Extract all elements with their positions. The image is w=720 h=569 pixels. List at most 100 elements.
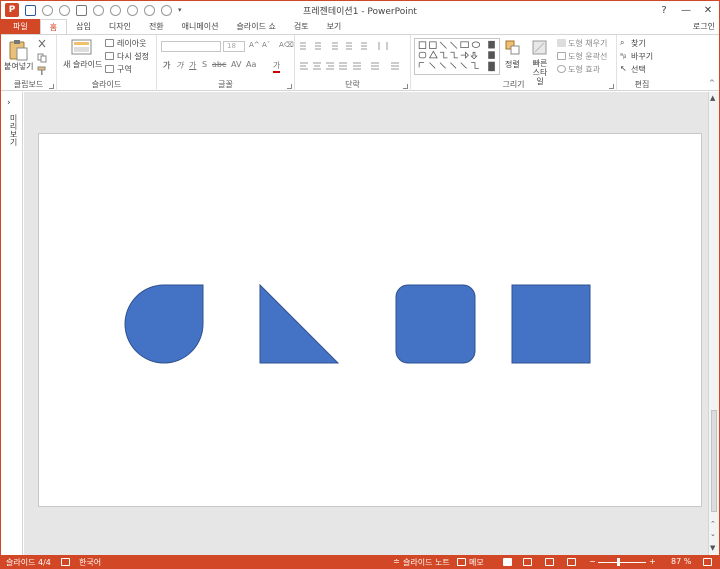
previous-slide-icon[interactable]: ⌃ <box>710 520 716 528</box>
tab-transitions[interactable]: 전환 <box>140 19 173 34</box>
rounded-rectangle-shape[interactable] <box>395 284 476 364</box>
tab-file[interactable]: 파일 <box>1 19 40 34</box>
login-link[interactable]: 로그인 <box>693 21 715 32</box>
qat-shape-2-icon[interactable] <box>110 4 121 16</box>
replace-button[interactable]: 바꾸기 <box>631 51 653 62</box>
thumbnail-panel: › 미리보기 <box>1 92 23 555</box>
shape-effects-button[interactable]: 도형 효과 <box>568 64 600 75</box>
qat-shape-4-icon[interactable] <box>144 4 155 16</box>
minimize-button[interactable]: — <box>675 1 697 19</box>
arrange-button-label[interactable]: 정렬 <box>505 59 520 70</box>
slide-show-view-icon[interactable] <box>567 558 576 566</box>
clipboard-launcher-icon[interactable] <box>49 84 54 89</box>
scroll-up-icon[interactable]: ▲ <box>710 94 715 102</box>
zoom-slider-thumb[interactable] <box>617 558 621 566</box>
expand-panel-icon[interactable]: › <box>7 98 11 108</box>
find-button[interactable]: 찾기 <box>631 38 646 49</box>
tab-insert[interactable]: 삽입 <box>67 19 100 34</box>
font-launcher-icon[interactable] <box>287 84 292 89</box>
change-case-icon[interactable]: Aa <box>246 60 256 69</box>
clipboard-group-label: 클립보드 <box>13 80 44 89</box>
quick-styles-icon[interactable] <box>531 39 549 57</box>
arrange-icon[interactable] <box>505 40 521 56</box>
fit-slide-icon[interactable] <box>703 558 712 566</box>
vertical-scrollbar[interactable]: ▲ ⌃ ⌄ ▼ <box>708 92 719 555</box>
notes-button[interactable]: 슬라이드 노트 <box>403 557 450 568</box>
tab-review[interactable]: 검토 <box>285 19 318 34</box>
format-painter-icon[interactable] <box>37 66 47 76</box>
paragraph-group: 단락 <box>295 35 411 91</box>
clipboard-group: 붙여넣기 클립보드 <box>1 35 57 91</box>
section-button[interactable]: 구역 <box>117 64 132 75</box>
zoom-out-icon[interactable]: − <box>589 557 596 566</box>
paragraph-launcher-icon[interactable] <box>403 84 408 89</box>
layout-button[interactable]: 레이아웃 <box>117 38 146 49</box>
list-and-indent-icons[interactable] <box>299 41 407 51</box>
slide-canvas[interactable] <box>38 133 702 507</box>
next-slide-icon[interactable]: ⌄ <box>710 530 716 538</box>
font-size-combo[interactable]: 18 <box>223 41 245 52</box>
normal-view-icon[interactable] <box>503 558 512 566</box>
collapse-ribbon-icon[interactable]: ^ <box>709 79 715 87</box>
font-name-combo[interactable] <box>161 41 221 52</box>
save-icon[interactable] <box>25 4 36 16</box>
new-slide-button-label[interactable]: 새 슬라이드 <box>63 59 102 70</box>
zoom-percent[interactable]: 87 % <box>671 557 691 566</box>
copy-icon[interactable] <box>37 53 47 63</box>
thumbnail-panel-label[interactable]: 미리보기 <box>8 114 19 146</box>
strikethrough-icon[interactable]: abc <box>212 60 226 69</box>
tab-home[interactable]: 홈 <box>39 19 68 34</box>
italic-icon[interactable]: 가 <box>176 60 183 71</box>
qat-shape-5-icon[interactable] <box>161 4 172 16</box>
teardrop-shape[interactable] <box>124 284 204 364</box>
reading-view-icon[interactable] <box>545 558 554 566</box>
powerpoint-app-icon[interactable]: P <box>5 3 19 17</box>
qat-shape-1-icon[interactable] <box>93 4 104 16</box>
tab-animations[interactable]: 애니메이션 <box>173 19 228 34</box>
slides-group-label: 슬라이드 <box>91 80 122 89</box>
zoom-in-icon[interactable]: + <box>649 557 656 566</box>
undo-icon[interactable] <box>42 4 53 16</box>
title-bar: P ▾ 프레젠테이션1 - PowerPoint ? — ✕ <box>1 1 719 19</box>
slide-sorter-view-icon[interactable] <box>523 558 532 566</box>
qat-shape-3-icon[interactable] <box>127 4 138 16</box>
shape-outline-button[interactable]: 도형 윤곽선 <box>568 51 607 62</box>
tab-design[interactable]: 디자인 <box>100 19 140 34</box>
paste-icon[interactable] <box>7 39 29 61</box>
scrollbar-thumb[interactable] <box>711 410 717 512</box>
shadow-icon[interactable]: S <box>202 60 207 69</box>
spell-check-icon[interactable] <box>61 558 70 566</box>
customize-qat-icon[interactable]: ▾ <box>178 6 182 14</box>
start-from-beginning-icon[interactable] <box>76 4 87 16</box>
comments-button[interactable]: 메모 <box>469 557 484 568</box>
ribbon-tabs: 파일 홈 삽입 디자인 전환 애니메이션 슬라이드 쇼 검토 보기 <box>1 19 719 34</box>
tab-slide-show[interactable]: 슬라이드 쇼 <box>227 19 284 34</box>
redo-icon[interactable] <box>59 4 70 16</box>
drawing-launcher-icon[interactable] <box>609 84 614 89</box>
bold-icon[interactable]: 가 <box>163 60 170 71</box>
shapes-gallery[interactable] <box>414 38 500 75</box>
shape-fill-button[interactable]: 도형 채우기 <box>568 38 607 49</box>
rectangle-shape[interactable] <box>511 284 591 364</box>
close-button[interactable]: ✕ <box>697 1 719 19</box>
comments-icon <box>457 558 466 566</box>
slide-shapes <box>124 283 591 364</box>
char-spacing-icon[interactable]: AV <box>231 60 241 69</box>
select-button[interactable]: 선택 <box>631 64 646 75</box>
reset-button[interactable]: 다시 설정 <box>117 51 149 62</box>
tab-view[interactable]: 보기 <box>318 19 351 34</box>
help-button[interactable]: ? <box>653 1 675 19</box>
new-slide-icon[interactable] <box>71 38 93 56</box>
right-triangle-shape[interactable] <box>259 283 340 364</box>
shrink-font-icon[interactable]: Aˇ <box>262 41 270 49</box>
paste-button-label[interactable]: 붙여넣기 <box>4 61 33 72</box>
font-color-icon[interactable]: 가 <box>273 60 281 73</box>
underline-icon[interactable]: 가 <box>189 60 196 71</box>
zoom-slider[interactable] <box>598 562 646 563</box>
alignment-icons[interactable] <box>299 61 407 71</box>
language-indicator[interactable]: 한국어 <box>79 557 101 568</box>
clear-format-icon[interactable]: A⌫ <box>279 41 294 49</box>
grow-font-icon[interactable]: A^ <box>249 41 260 49</box>
scroll-down-icon[interactable]: ▼ <box>710 544 715 552</box>
cut-icon[interactable] <box>37 39 47 49</box>
